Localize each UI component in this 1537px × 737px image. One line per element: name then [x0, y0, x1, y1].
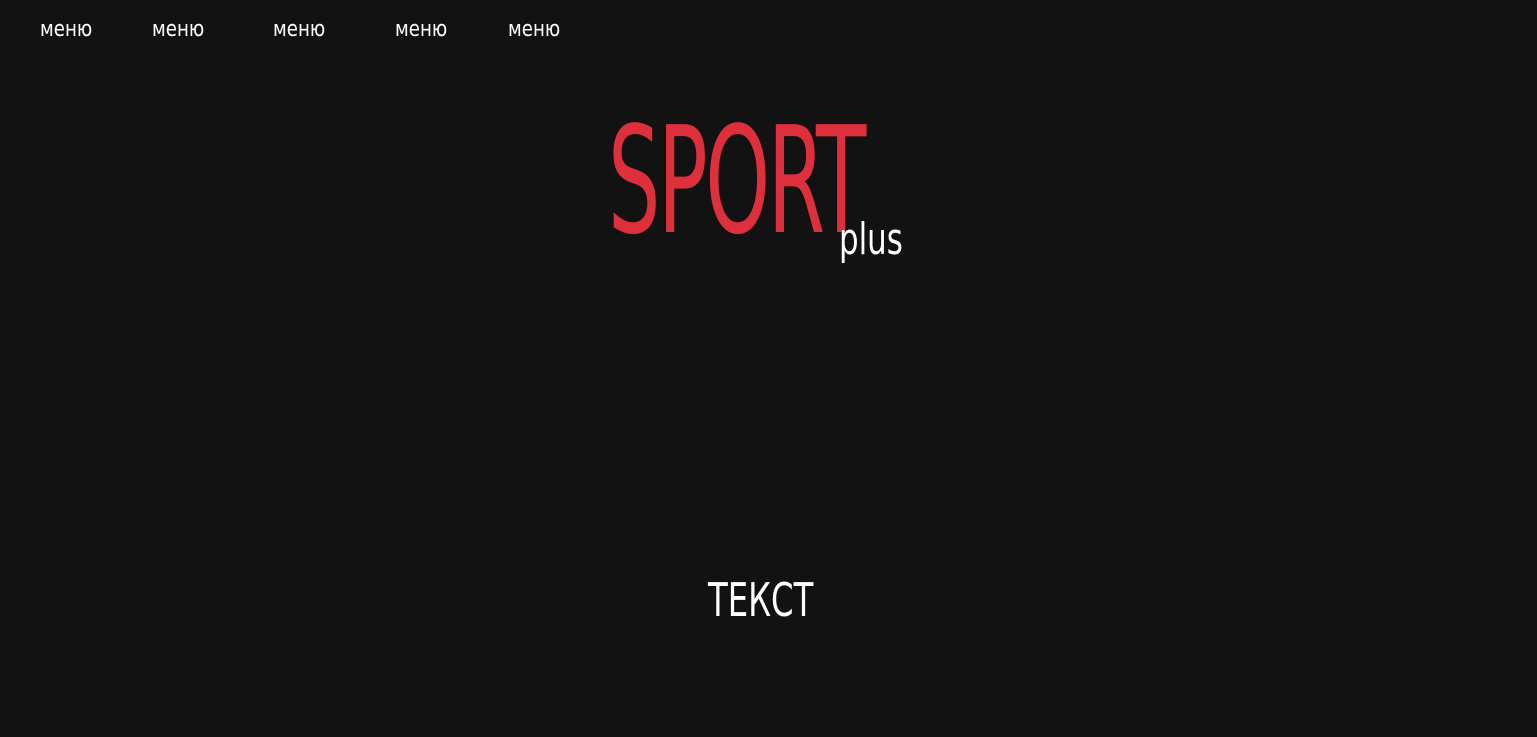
logo-sub-text: plus	[839, 214, 903, 265]
nav-item-2[interactable]: меню	[152, 14, 204, 46]
logo-main-text: SPORT	[608, 95, 866, 267]
site-logo[interactable]: SPORT plus	[608, 96, 928, 286]
nav-item-5[interactable]: меню	[508, 14, 560, 46]
hero-text: ТЕКСТ	[708, 573, 814, 627]
nav-item-4[interactable]: меню	[395, 14, 447, 46]
nav-item-3[interactable]: меню	[273, 14, 325, 46]
nav-item-1[interactable]: меню	[40, 14, 92, 46]
